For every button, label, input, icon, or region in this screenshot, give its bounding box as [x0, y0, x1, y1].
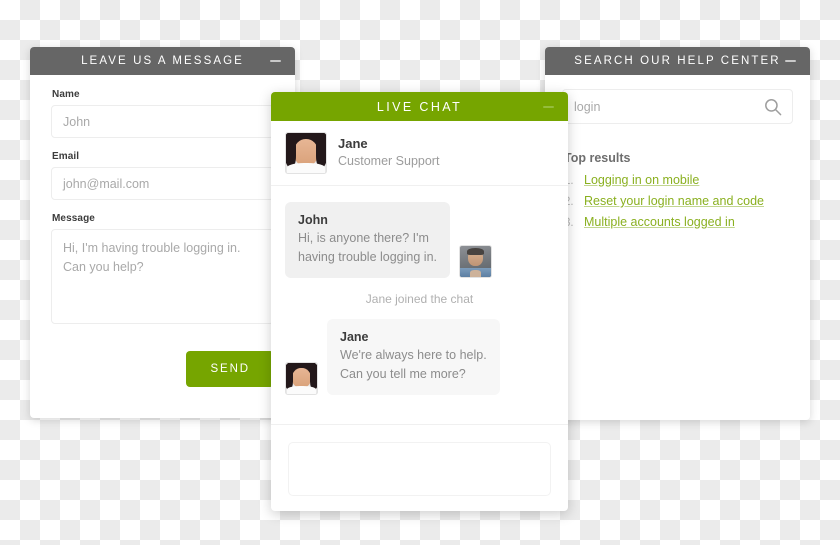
agent-role: Customer Support — [338, 154, 440, 168]
list-item[interactable]: 1. Logging in on mobile — [562, 173, 793, 187]
help-panel-header: SEARCH OUR HELP CENTER — [545, 47, 810, 75]
agent-name: Jane — [338, 136, 368, 151]
message-line-2: Can you help? — [63, 260, 144, 274]
chat-panel-title: LIVE CHAT — [376, 99, 463, 114]
chat-composer-area — [271, 424, 568, 496]
top-results-heading: Top results — [564, 151, 631, 165]
email-field-label: Email — [52, 151, 80, 162]
search-results-list: 1. Logging in on mobile 2. Reset your lo… — [562, 173, 793, 229]
live-chat-panel: LIVE CHAT Jane Customer Support John Hi,… — [271, 92, 568, 511]
email-input[interactable]: john@mail.com — [51, 167, 274, 200]
help-panel-title: SEARCH OUR HELP CENTER — [574, 55, 781, 67]
contact-form-panel: LEAVE US A MESSAGE Name John Email john@… — [30, 47, 295, 418]
minimize-icon[interactable] — [543, 105, 554, 108]
contact-form-body: Name John Email john@mail.com Message Hi… — [30, 75, 295, 324]
system-note: Jane joined the chat — [365, 292, 474, 306]
chat-agent-meta: Jane Customer Support — [338, 136, 439, 170]
message-line-1: Hi, I'm having trouble logging in. — [63, 241, 241, 255]
name-field-label: Name — [52, 89, 80, 100]
result-link[interactable]: Multiple accounts logged in — [584, 215, 735, 229]
send-button[interactable]: SEND — [186, 351, 274, 387]
jane-avatar — [285, 362, 318, 395]
chat-panel-header: LIVE CHAT — [271, 92, 568, 121]
message-line-2: Can you tell me more? — [340, 367, 466, 381]
message-sender: Jane — [340, 330, 369, 344]
message-line-1: Hi, is anyone there? I'm — [298, 231, 429, 245]
message-sender: John — [298, 213, 328, 227]
contact-panel-header: LEAVE US A MESSAGE — [30, 47, 295, 75]
send-button-row: SEND — [30, 324, 295, 387]
search-input[interactable]: login — [574, 100, 600, 114]
message-textarea[interactable]: Hi, I'm having trouble logging in. Can y… — [51, 229, 274, 324]
message-line-1: We're always here to help. — [340, 348, 487, 362]
search-icon[interactable] — [764, 98, 782, 116]
message-line-2: having trouble logging in. — [298, 250, 437, 264]
chat-agent-bar: Jane Customer Support — [271, 121, 568, 186]
help-search-box[interactable]: login — [562, 89, 793, 124]
chat-message-john: John Hi, is anyone there? I'm having tro… — [285, 202, 554, 278]
chat-message-input[interactable] — [288, 442, 551, 496]
name-input[interactable]: John — [51, 105, 274, 138]
message-field-label: Message — [52, 213, 95, 224]
minimize-icon[interactable] — [270, 60, 281, 62]
result-link[interactable]: Logging in on mobile — [584, 173, 699, 187]
contact-panel-title: LEAVE US A MESSAGE — [81, 55, 244, 67]
list-item[interactable]: 2. Reset your login name and code — [562, 194, 793, 208]
message-bubble: John Hi, is anyone there? I'm having tro… — [285, 202, 450, 278]
list-item[interactable]: 3. Multiple accounts logged in — [562, 215, 793, 229]
help-panel-body: login Top results 1. Logging in on mobil… — [545, 75, 810, 229]
minimize-icon[interactable] — [785, 60, 796, 62]
help-center-panel: SEARCH OUR HELP CENTER login Top results… — [545, 47, 810, 420]
message-bubble: Jane We're always here to help. Can you … — [327, 319, 500, 395]
chat-message-jane: Jane We're always here to help. Can you … — [285, 319, 554, 395]
chat-message-stream: John Hi, is anyone there? I'm having tro… — [271, 186, 568, 424]
result-link[interactable]: Reset your login name and code — [584, 194, 764, 208]
jane-avatar — [285, 132, 327, 174]
john-avatar — [459, 245, 492, 278]
